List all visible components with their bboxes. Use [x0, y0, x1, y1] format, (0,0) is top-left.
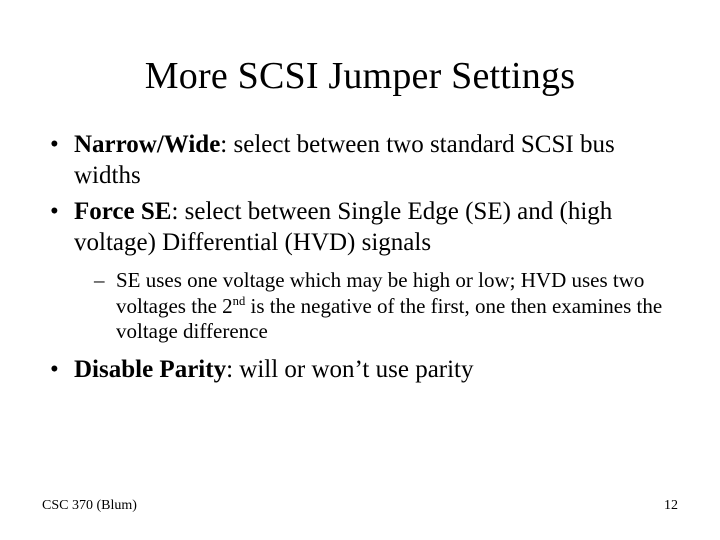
sub-bullet-list: SE uses one voltage which may be high or… — [74, 268, 666, 345]
bullet-item: Disable Parity: will or won’t use parity — [46, 355, 666, 386]
footer-left: CSC 370 (Blum) — [42, 498, 137, 514]
bullet-item: Force SE: select between Single Edge (SE… — [46, 197, 666, 345]
bullet-list: Narrow/Wide: select between two standard… — [42, 130, 678, 385]
slide-footer: CSC 370 (Blum) 12 — [42, 498, 678, 514]
bullet-item: Narrow/Wide: select between two standard… — [46, 130, 666, 191]
bullet-term: Narrow/Wide — [74, 131, 220, 158]
bullet-term: Force SE — [74, 198, 171, 225]
slide: More SCSI Jumper Settings Narrow/Wide: s… — [0, 0, 720, 540]
footer-right: 12 — [664, 498, 678, 514]
ordinal-suffix: nd — [233, 294, 246, 308]
slide-title: More SCSI Jumper Settings — [42, 0, 678, 130]
bullet-term: Disable Parity — [74, 356, 226, 383]
sub-bullet-item: SE uses one voltage which may be high or… — [94, 268, 666, 345]
bullet-desc: : will or won’t use parity — [226, 356, 473, 383]
